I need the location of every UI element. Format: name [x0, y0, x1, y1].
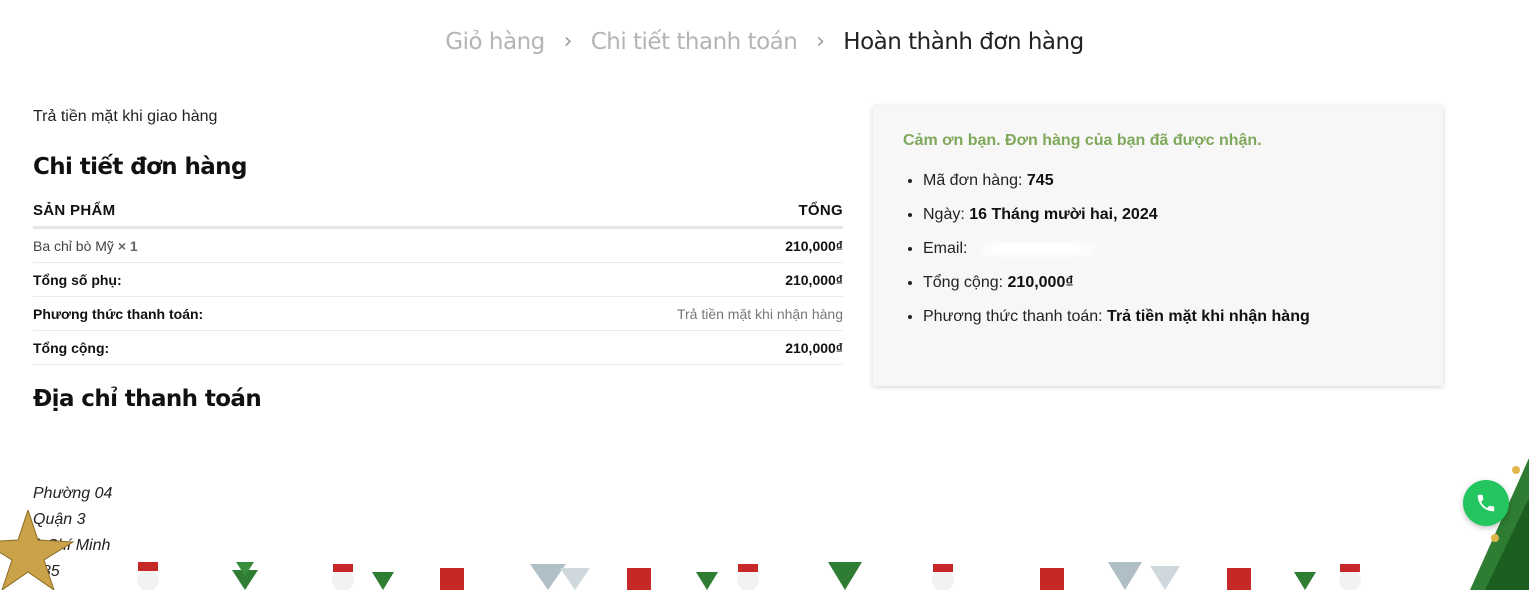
- order-details-section: Trả tiền mặt khi giao hàng Chi tiết đơn …: [33, 108, 843, 412]
- order-summary-box: Cảm ơn bạn. Đơn hàng của bạn đã được nhậ…: [873, 106, 1443, 386]
- santa-hat-icon: [438, 562, 466, 590]
- table-row: Tổng cộng: 210,000₫: [33, 330, 843, 365]
- summary-method-value: Trả tiền mặt khi nhận hàng: [1107, 308, 1310, 325]
- breadcrumb-checkout[interactable]: Chi tiết thanh toán: [591, 29, 798, 55]
- billing-address-title: Địa chỉ thanh toán: [33, 386, 262, 412]
- column-total: TỔNG: [443, 202, 843, 229]
- email-redacted: [971, 241, 1102, 256]
- star-icon: [0, 510, 75, 590]
- payment-note: Trả tiền mặt khi giao hàng: [33, 108, 218, 125]
- subtotal-label: Tổng số phụ:: [33, 262, 444, 297]
- table-row: Phương thức thanh toán: Trả tiền mặt khi…: [33, 296, 843, 331]
- chevron-right-icon: ›: [563, 29, 573, 54]
- email-label: Email:: [923, 240, 968, 257]
- pine-branch-icon: [372, 572, 394, 590]
- pine-branch-icon: [1108, 562, 1180, 590]
- breadcrumb-complete: Hoàn thành đơn hàng: [843, 28, 1084, 55]
- item-total: 210,000₫: [443, 227, 843, 263]
- list-item: Email:: [923, 240, 1413, 258]
- table-row: Tổng số phụ: 210,000₫: [33, 262, 843, 297]
- address-line: Phường 04: [33, 485, 113, 502]
- total-value: 210,000₫: [443, 330, 843, 365]
- snowman-icon: [737, 564, 759, 590]
- order-summary-list: Mã đơn hàng: 745 Ngày: 16 Tháng mười hai…: [903, 172, 1413, 326]
- santa-hat-icon: [1038, 562, 1066, 590]
- order-number-value: 745: [1026, 172, 1054, 189]
- santa-hat-icon: [625, 562, 653, 590]
- payment-method-label: Phương thức thanh toán:: [33, 296, 444, 331]
- breadcrumb: Giỏ hàng › Chi tiết thanh toán › Hoàn th…: [0, 28, 1529, 55]
- pine-branch-icon: [828, 562, 862, 590]
- snowman-icon: [1339, 564, 1361, 590]
- pine-branch-icon: [232, 562, 258, 590]
- chevron-right-icon: ›: [816, 29, 825, 54]
- summary-total-label: Tổng cộng:: [923, 274, 1004, 291]
- santa-hat-icon: [1225, 562, 1253, 590]
- pine-branch-icon: [1294, 572, 1316, 590]
- phone-call-button[interactable]: [1463, 480, 1509, 526]
- snowman-icon: [137, 562, 159, 590]
- thank-you-message: Cảm ơn bạn. Đơn hàng của bạn đã được nhậ…: [903, 132, 1262, 149]
- summary-total-value: 210,000₫: [1007, 274, 1074, 291]
- order-number-label: Mã đơn hàng:: [923, 172, 1023, 189]
- item-qty: × 1: [117, 237, 138, 254]
- pine-branch-icon: [696, 572, 718, 590]
- date-label: Ngày:: [923, 206, 965, 223]
- payment-method-value: Trả tiền mặt khi nhận hàng: [443, 296, 843, 331]
- list-item: Mã đơn hàng: 745: [923, 172, 1413, 190]
- order-table: SẢN PHẨM TỔNG Ba chỉ bò Mỹ × 1 210,000₫ …: [33, 202, 843, 365]
- list-item: Phương thức thanh toán: Trả tiền mặt khi…: [923, 308, 1413, 326]
- list-item: Tổng cộng: 210,000₫: [923, 274, 1413, 292]
- christmas-decoration: [137, 562, 1361, 590]
- list-item: Ngày: 16 Tháng mười hai, 2024: [923, 206, 1413, 224]
- breadcrumb-cart[interactable]: Giỏ hàng: [445, 29, 545, 55]
- summary-method-label: Phương thức thanh toán:: [923, 308, 1103, 325]
- snowman-icon: [932, 564, 954, 590]
- table-row: Ba chỉ bò Mỹ × 1 210,000₫: [33, 227, 843, 263]
- item-cell: Ba chỉ bò Mỹ × 1: [33, 227, 444, 263]
- total-label: Tổng cộng:: [33, 330, 444, 365]
- order-details-title: Chi tiết đơn hàng: [33, 154, 247, 180]
- pine-branch-icon: [530, 564, 590, 590]
- column-product: SẢN PHẨM: [33, 202, 444, 229]
- item-name[interactable]: Ba chỉ bò Mỹ: [33, 238, 114, 254]
- phone-icon: [1477, 494, 1495, 512]
- subtotal-value: 210,000₫: [443, 262, 843, 297]
- date-value: 16 Tháng mười hai, 2024: [969, 206, 1158, 223]
- snowman-icon: [332, 564, 354, 590]
